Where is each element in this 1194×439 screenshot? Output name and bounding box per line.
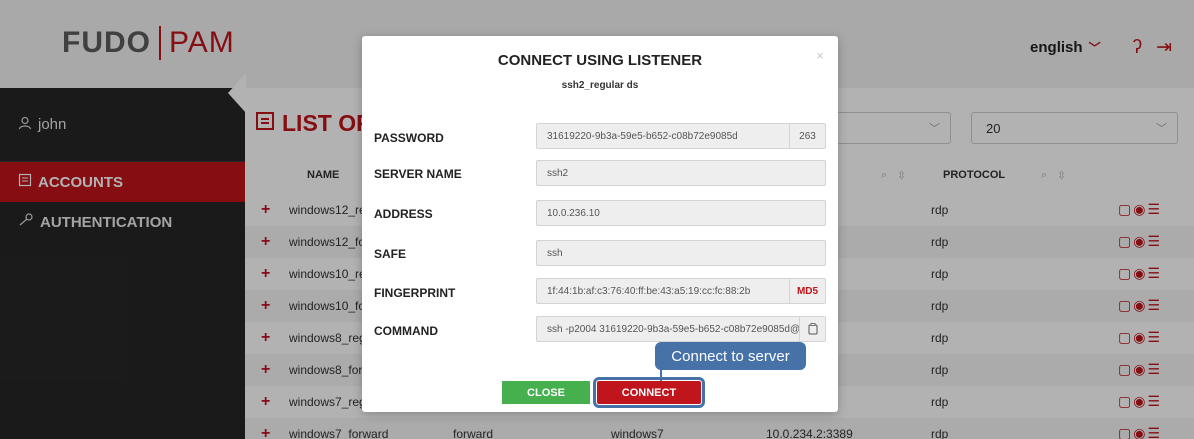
address-field[interactable]: 10.0.236.10: [536, 200, 826, 226]
connect-tooltip: Connect to server: [655, 342, 806, 370]
fingerprint-field[interactable]: 1f:44:1b:af:c3:76:40:ff:be:43:a5:19:cc:f…: [536, 278, 826, 304]
connect-listener-dialog: CONNECT USING LISTENER ssh2_regular ds ×…: [362, 36, 838, 412]
safe-value: ssh: [547, 247, 563, 259]
dialog-title: CONNECT USING LISTENER: [497, 52, 703, 69]
dialog-subtitle: ssh2_regular ds: [561, 80, 639, 91]
server-name-label: SERVER NAME: [374, 167, 462, 181]
password-label: PASSWORD: [374, 131, 444, 145]
password-field[interactable]: 31619220-9b3a-59e5-b652-c08b72e9085d 263: [536, 123, 826, 149]
safe-field[interactable]: ssh: [536, 240, 826, 266]
close-button[interactable]: CLOSE: [502, 381, 590, 404]
server-name-value: ssh2: [547, 167, 569, 179]
copy-icon[interactable]: [799, 317, 825, 341]
address-label: ADDRESS: [374, 207, 433, 221]
password-suffix: 263: [789, 124, 825, 148]
command-field[interactable]: ssh -p2004 31619220-9b3a-59e5-b652-c08b7…: [536, 316, 826, 342]
fingerprint-hash-type: MD5: [789, 279, 825, 303]
close-icon[interactable]: ×: [816, 48, 824, 63]
fingerprint-label: FINGERPRINT: [374, 286, 456, 300]
connect-button[interactable]: CONNECT: [593, 377, 705, 408]
command-label: COMMAND: [374, 324, 438, 338]
password-value: 31619220-9b3a-59e5-b652-c08b72e9085d: [547, 130, 738, 142]
server-name-field[interactable]: ssh2: [536, 160, 826, 186]
command-value: ssh -p2004 31619220-9b3a-59e5-b652-c08b7…: [547, 323, 801, 335]
address-value: 10.0.236.10: [547, 207, 600, 219]
safe-label: SAFE: [374, 247, 407, 261]
fingerprint-value: 1f:44:1b:af:c3:76:40:ff:be:43:a5:19:cc:f…: [547, 285, 751, 297]
